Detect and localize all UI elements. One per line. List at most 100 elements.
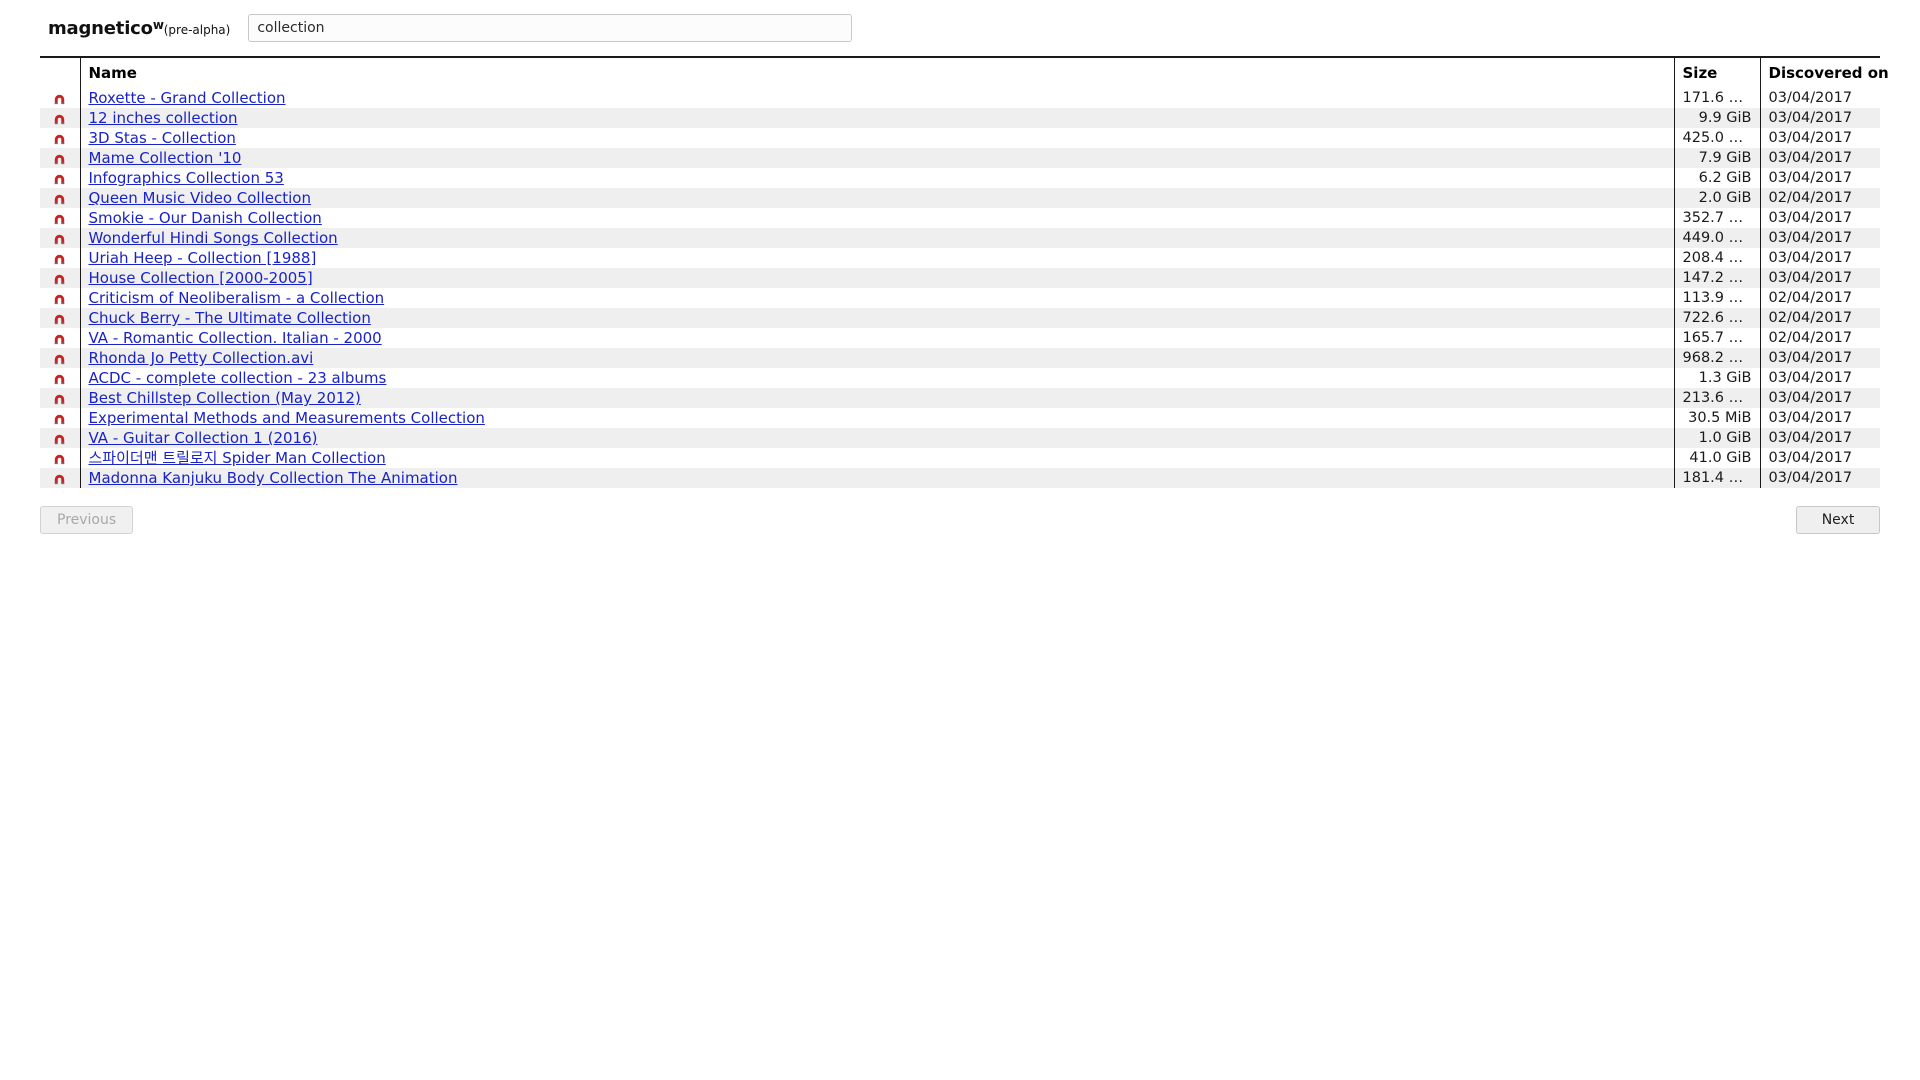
magnet-icon[interactable] <box>40 268 80 288</box>
magnet-icon[interactable] <box>40 388 80 408</box>
table-row: ACDC - complete collection - 23 albums 1.… <box>40 368 1880 388</box>
brand-superscript: w <box>152 17 164 32</box>
results-container: Name Size Discovered on Roxette - Grand … <box>40 58 1889 488</box>
table-header: Name Size Discovered on <box>40 58 1889 88</box>
torrent-size: 722.6 MiB <box>1673 308 1760 328</box>
torrent-discovered-on: 03/04/2017 <box>1759 168 1880 188</box>
torrent-size: 6.2 GiB <box>1673 168 1760 188</box>
magnet-icon[interactable] <box>40 188 80 208</box>
torrent-size: 113.9 MiB <box>1673 288 1760 308</box>
torrent-name-cell: Madonna Kanjuku Body Collection The Anim… <box>79 468 1674 488</box>
torrent-link[interactable]: 3D Stas - Collection <box>89 129 236 147</box>
magnet-icon[interactable] <box>40 128 80 148</box>
torrent-link[interactable]: 12 inches collection <box>89 109 238 127</box>
torrent-size: 41.0 GiB <box>1673 448 1760 468</box>
torrent-size: 171.6 MiB <box>1673 88 1760 108</box>
table-row: Roxette - Grand Collection 171.6 MiB 03/04… <box>40 88 1880 108</box>
torrent-name-cell: 스파이더맨 트릴로지 Spider Man Collection <box>79 448 1674 468</box>
torrent-discovered-on: 03/04/2017 <box>1759 428 1880 448</box>
torrent-link[interactable]: Infographics Collection 53 <box>89 169 284 187</box>
column-header-icon <box>40 58 80 88</box>
torrent-size: 30.5 MiB <box>1673 408 1760 428</box>
torrent-discovered-on: 02/04/2017 <box>1759 288 1880 308</box>
table-row: House Collection [2000-2005] 147.2 MiB 03/… <box>40 268 1880 288</box>
torrent-size: 968.2 MiB <box>1673 348 1760 368</box>
torrent-discovered-on: 03/04/2017 <box>1759 108 1880 128</box>
table-row: Best Chillstep Collection (May 2012) 213.… <box>40 388 1880 408</box>
torrent-name-cell: Rhonda Jo Petty Collection.avi <box>79 348 1674 368</box>
torrent-link[interactable]: Rhonda Jo Petty Collection.avi <box>89 349 314 367</box>
previous-page-button[interactable]: Previous <box>40 506 134 534</box>
torrent-discovered-on: 03/04/2017 <box>1759 88 1880 108</box>
torrent-name-cell: VA - Guitar Collection 1 (2016) <box>79 428 1674 448</box>
table-body: Roxette - Grand Collection 171.6 MiB 03/04… <box>40 88 1880 488</box>
torrent-discovered-on: 03/04/2017 <box>1759 228 1880 248</box>
torrent-link[interactable]: Smokie - Our Danish Collection <box>89 209 322 227</box>
magnet-icon[interactable] <box>40 208 80 228</box>
torrent-link[interactable]: 스파이더맨 트릴로지 Spider Man Collection <box>89 449 386 467</box>
torrent-discovered-on: 03/04/2017 <box>1759 388 1880 408</box>
torrent-link[interactable]: VA - Guitar Collection 1 (2016) <box>89 429 318 447</box>
torrent-discovered-on: 03/04/2017 <box>1759 128 1880 148</box>
torrent-link[interactable]: Madonna Kanjuku Body Collection The Anim… <box>89 469 458 487</box>
magnet-icon[interactable] <box>40 408 80 428</box>
torrent-link[interactable]: Wonderful Hindi Songs Collection <box>89 229 338 247</box>
table-row: Madonna Kanjuku Body Collection The Anim… <box>40 468 1880 488</box>
magnet-icon[interactable] <box>40 88 80 108</box>
torrent-name-cell: Experimental Methods and Measurements Co… <box>79 408 1674 428</box>
torrent-link[interactable]: Criticism of Neoliberalism - a Collectio… <box>89 289 385 307</box>
torrent-link[interactable]: VA - Romantic Collection. Italian - 2000 <box>89 329 382 347</box>
magnet-icon[interactable] <box>40 228 80 248</box>
torrent-size: 449.0 MiB <box>1673 228 1760 248</box>
table-row: Wonderful Hindi Songs Collection 449.0 Mi… <box>40 228 1880 248</box>
torrent-size: 1.0 GiB <box>1673 428 1760 448</box>
torrent-discovered-on: 02/04/2017 <box>1759 308 1880 328</box>
torrent-link[interactable]: House Collection [2000-2005] <box>89 269 313 287</box>
magnet-icon[interactable] <box>40 308 80 328</box>
torrent-name-cell: 12 inches collection <box>79 108 1674 128</box>
magnet-icon[interactable] <box>40 248 80 268</box>
magnet-icon[interactable] <box>40 288 80 308</box>
torrent-size: 165.7 MiB <box>1673 328 1760 348</box>
magnet-icon[interactable] <box>40 348 80 368</box>
torrent-name-cell: Mame Collection '10 <box>79 148 1674 168</box>
torrent-link[interactable]: Mame Collection '10 <box>89 149 242 167</box>
torrent-size: 181.4 MiB <box>1673 468 1760 488</box>
magnet-icon[interactable] <box>40 328 80 348</box>
torrent-discovered-on: 02/04/2017 <box>1759 328 1880 348</box>
torrent-link[interactable]: Queen Music Video Collection <box>89 189 311 207</box>
torrent-link[interactable]: Experimental Methods and Measurements Co… <box>89 409 485 427</box>
page-header: magnetico w (pre-alpha) <box>48 0 1872 56</box>
search-input[interactable] <box>248 14 853 42</box>
torrent-link[interactable]: Roxette - Grand Collection <box>89 89 286 107</box>
torrent-discovered-on: 03/04/2017 <box>1759 368 1880 388</box>
table-row: Infographics Collection 53 6.2 GiB 03/04/2… <box>40 168 1880 188</box>
brand-prealpha-tag: (pre-alpha) <box>163 22 231 37</box>
magnet-icon[interactable] <box>40 168 80 188</box>
magnet-icon[interactable] <box>40 468 80 488</box>
magnet-icon[interactable] <box>40 428 80 448</box>
table-row: VA - Guitar Collection 1 (2016) 1.0 GiB 03… <box>40 428 1880 448</box>
pagination: Previous Next <box>40 506 1880 534</box>
torrent-name-cell: VA - Romantic Collection. Italian - 2000 <box>79 328 1674 348</box>
magnet-icon[interactable] <box>40 448 80 468</box>
torrent-size: 147.2 MiB <box>1673 268 1760 288</box>
torrent-name-cell: Smokie - Our Danish Collection <box>79 208 1674 228</box>
torrent-name-cell: Infographics Collection 53 <box>79 168 1674 188</box>
torrent-name-cell: Wonderful Hindi Songs Collection <box>79 228 1674 248</box>
column-header-size[interactable]: Size <box>1673 58 1760 88</box>
torrent-link[interactable]: Uriah Heep - Collection [1988] <box>89 249 317 267</box>
torrent-link[interactable]: Chuck Berry - The Ultimate Collection <box>89 309 371 327</box>
torrent-size: 9.9 GiB <box>1673 108 1760 128</box>
table-row: Queen Music Video Collection 2.0 GiB 02/04… <box>40 188 1880 208</box>
magnet-icon[interactable] <box>40 108 80 128</box>
magnet-icon[interactable] <box>40 148 80 168</box>
table-row: Uriah Heep - Collection [1988] 208.4 MiB 0… <box>40 248 1880 268</box>
column-header-name[interactable]: Name <box>79 58 1674 88</box>
torrent-link[interactable]: ACDC - complete collection - 23 albums <box>89 369 387 387</box>
torrent-link[interactable]: Best Chillstep Collection (May 2012) <box>89 389 361 407</box>
torrent-discovered-on: 03/04/2017 <box>1759 408 1880 428</box>
column-header-discovered-on[interactable]: Discovered on <box>1759 58 1889 88</box>
magnet-icon[interactable] <box>40 368 80 388</box>
next-page-button[interactable]: Next <box>1796 506 1880 534</box>
